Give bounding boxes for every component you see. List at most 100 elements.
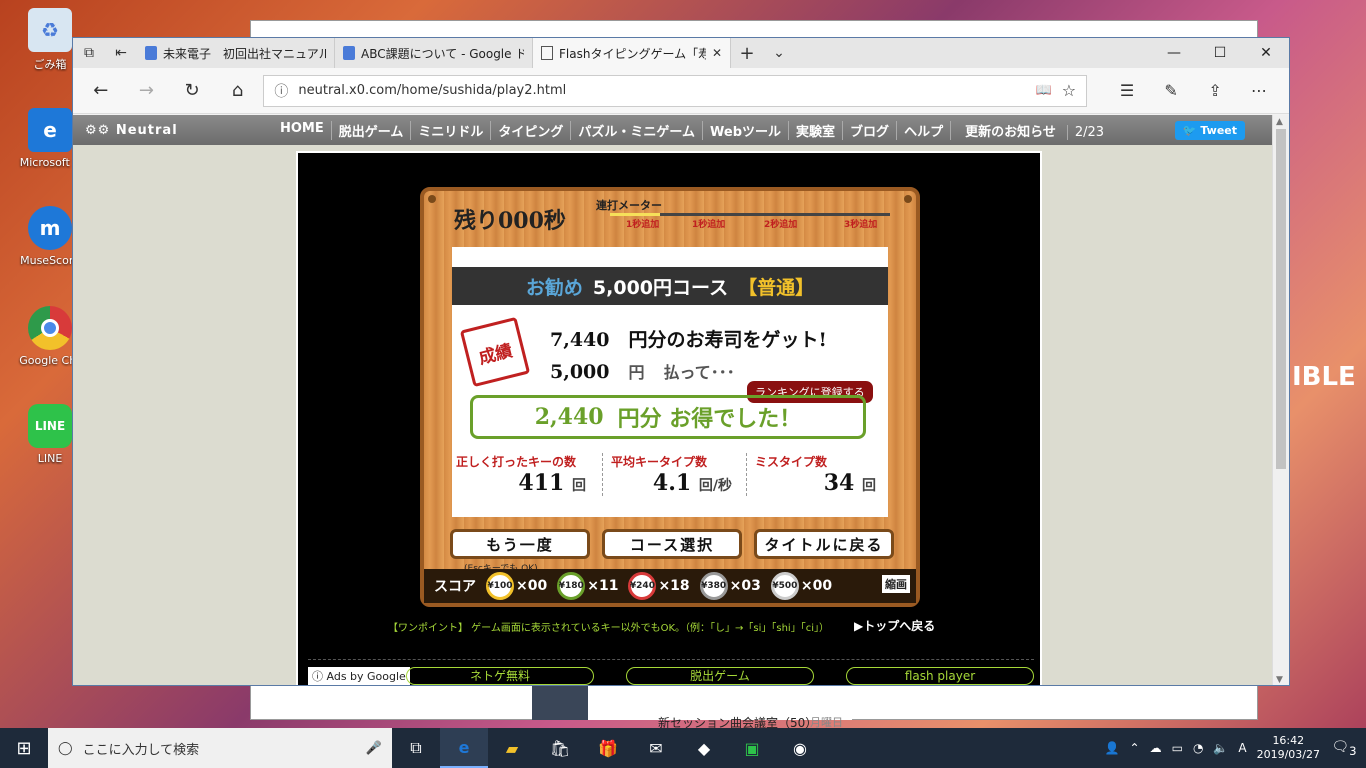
url-field[interactable]: ⓘ neutral.x0.com/home/sushida/play2.html… (263, 74, 1088, 107)
result-paper: お勧め 5,000円コース 【普通】 成績 7,440 円分のお寿司をゲット! … (452, 247, 888, 517)
meter-label: 1秒追加 (692, 220, 726, 230)
start-button[interactable]: ⊞ (0, 738, 48, 759)
cortana-icon: ◯ (58, 740, 73, 756)
retry-button[interactable]: もう一度 (450, 529, 590, 559)
taskbar-mail-icon[interactable]: ✉ (632, 728, 680, 768)
scroll-up-icon[interactable]: ▲ (1276, 117, 1283, 127)
ads-by-google[interactable]: ⓘ Ads by Google (308, 667, 410, 685)
ad-link-flash[interactable]: flash player (846, 667, 1034, 685)
musescore-icon: m (28, 206, 72, 250)
web-page: ⚙⚙ Neutral HOME 脱出ゲーム ミニリドル タイピング パズル・ミニ… (73, 115, 1273, 685)
close-window-icon[interactable]: ✕ (1243, 38, 1289, 68)
docs-icon (145, 46, 157, 60)
back-to-top-link[interactable]: ▶トップへ戻る (854, 617, 935, 634)
taskbar-edge-icon[interactable]: e (440, 728, 488, 768)
taskbar-line-icon[interactable]: ▣ (728, 728, 776, 768)
taskbar-gift-icon[interactable]: 🎁 (584, 728, 632, 768)
tab-list-icon[interactable]: ⌄ (763, 38, 795, 68)
nav-help[interactable]: ヘルプ (896, 120, 950, 140)
course-level: 【普通】 (738, 276, 815, 299)
ime-indicator[interactable]: A (1238, 741, 1246, 755)
back-to-title-button[interactable]: タイトルに戻る (754, 529, 894, 559)
nav-minirid[interactable]: ミニリドル (410, 120, 490, 140)
course-select-button[interactable]: コース選択 (602, 529, 742, 559)
people-icon[interactable]: 👤 (1105, 741, 1120, 755)
nav-typing[interactable]: タイピング (490, 120, 570, 140)
ads-label: Ads by Google (326, 670, 406, 683)
page-icon (541, 46, 553, 60)
nav-blog[interactable]: ブログ (842, 120, 896, 140)
refresh-icon[interactable]: ↻ (172, 75, 212, 107)
scroll-down-icon[interactable]: ▼ (1276, 675, 1283, 685)
nav-news[interactable]: 更新のお知らせ 2/23 (950, 120, 1118, 140)
nav-webtools[interactable]: Webツール (702, 120, 788, 140)
info-icon[interactable]: ⓘ (274, 81, 288, 101)
new-tab-icon[interactable]: + (731, 38, 763, 68)
meter-label: 3秒追加 (844, 220, 878, 230)
action-center-icon[interactable]: 🗨3 (1330, 739, 1358, 758)
favorite-star-icon[interactable]: ☆ (1062, 81, 1076, 100)
minimize-icon[interactable]: — (1151, 38, 1197, 68)
scrollbar[interactable]: ▲ ▼ (1272, 115, 1289, 685)
onedrive-icon[interactable]: ☁ (1150, 741, 1162, 755)
back-icon[interactable]: ← (81, 75, 121, 107)
plate-icon: ¥380 (699, 572, 728, 600)
stat-unit: 回/秒 (698, 478, 732, 494)
taskbar-store-icon[interactable]: 🛍 (536, 728, 584, 768)
docs-icon (343, 46, 355, 60)
meter-fill (610, 213, 660, 216)
wifi-icon[interactable]: ◔ (1193, 741, 1203, 755)
taskbar-app-icon[interactable]: ◆ (680, 728, 728, 768)
tab-abc[interactable]: ABC課題について - Google ド (335, 38, 533, 68)
bolt (904, 195, 912, 203)
volume-icon[interactable]: 🔈 (1213, 741, 1228, 755)
meter-label: 2秒追加 (764, 220, 798, 230)
home-icon[interactable]: ⌂ (218, 75, 258, 107)
nav-lab[interactable]: 実験室 (788, 120, 842, 140)
mic-icon[interactable]: 🎤 (366, 741, 382, 756)
maximize-icon[interactable]: ☐ (1197, 38, 1243, 68)
tweet-button[interactable]: 🐦 Tweet (1174, 120, 1245, 140)
tab-sushida[interactable]: Flashタイピングゲーム「寿司 ✕ (533, 38, 731, 68)
paid-amount: 5,000 (550, 361, 610, 383)
forward-icon[interactable]: → (127, 75, 167, 107)
profit-amount: 2,440 (534, 404, 604, 430)
more-icon[interactable]: ⋯ (1237, 81, 1281, 100)
close-tab-icon[interactable]: ✕ (712, 46, 722, 60)
game-board: 残り000秒 連打メーター 1秒追加 1秒追加 2秒追加 3秒追加 お勧め 5,… (420, 187, 920, 607)
edge-icon: e (28, 108, 72, 152)
result-stamp: 成績 (459, 316, 531, 388)
share-icon[interactable]: ⇪ (1193, 81, 1237, 100)
tab-bar: ⧉ ⇤ 未来電子 初回出社マニュアル ABC課題について - Google ド … (73, 38, 1289, 68)
favorites-icon[interactable]: ☰ (1105, 81, 1149, 100)
tab-sets-icon[interactable]: ⧉ (73, 38, 105, 68)
tray-overflow-icon[interactable]: ⌃ (1130, 741, 1140, 755)
clock[interactable]: 16:42 2019/03/27 (1257, 734, 1320, 762)
stat-value: 411 (518, 470, 565, 496)
logo-text: Neutral (115, 122, 178, 138)
shrink-toggle[interactable]: 縮画 (882, 575, 910, 593)
reading-view-icon[interactable]: 📖 (1036, 83, 1052, 98)
nav-escape[interactable]: 脱出ゲーム (330, 120, 411, 140)
url-text: neutral.x0.com/home/sushida/play2.html (298, 83, 567, 98)
tab-manual[interactable]: 未来電子 初回出社マニュアル (137, 38, 335, 68)
one-point-tip: 【ワンポイント】 ゲーム画面に表示されているキー以外でもOK。（例：「し」→「s… (388, 623, 829, 634)
task-view-icon[interactable]: ⧉ (392, 728, 440, 768)
taskbar-explorer-icon[interactable]: ▰ (488, 728, 536, 768)
site-logo[interactable]: ⚙⚙ Neutral (73, 123, 273, 138)
taskbar-chrome-icon[interactable]: ◉ (776, 728, 824, 768)
clock-date: 2019/03/27 (1256, 748, 1320, 761)
tab-aside-icon[interactable]: ⇤ (105, 38, 137, 68)
nav-puzzle[interactable]: パズル・ミニゲーム (570, 120, 702, 140)
plate-240: ¥240 ×18 (628, 572, 690, 600)
ad-link-escape[interactable]: 脱出ゲーム (626, 667, 814, 685)
taskbar-search[interactable]: ◯ ここに入力して検索 🎤 (48, 728, 392, 768)
chrome-icon (28, 306, 72, 350)
nav-home[interactable]: HOME (273, 121, 331, 140)
stat-value: 4.1 (652, 470, 692, 496)
scroll-thumb[interactable] (1276, 129, 1286, 469)
profit-text: 円分 お得でした！ (617, 406, 802, 432)
ad-link-netgame[interactable]: ネトゲ無料 (406, 667, 594, 685)
notes-icon[interactable]: ✎ (1149, 81, 1193, 100)
battery-icon[interactable]: ▭ (1172, 741, 1183, 755)
